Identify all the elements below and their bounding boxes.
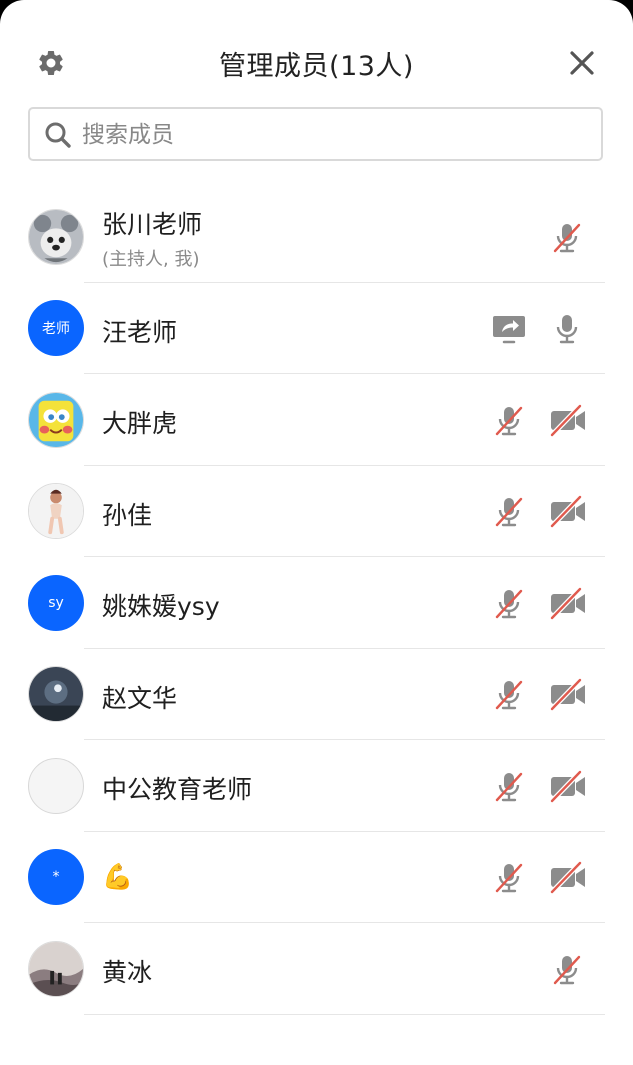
member-name: 大胖虎 [102, 409, 178, 438]
member-row[interactable]: * 💪 [0, 832, 633, 923]
mic-muted-icon[interactable] [491, 585, 527, 621]
avatar-image [29, 667, 83, 722]
avatar[interactable] [28, 483, 84, 540]
video-off-icon[interactable] [549, 768, 585, 804]
avatar-initials: 老师 [42, 321, 70, 338]
member-name: 黄冰 [102, 958, 153, 987]
member-name: 中公教育老师 [102, 775, 253, 804]
member-list: 张川老师 (主持人, 我) 老师 汪老师 大胖虎 孙佳 sy 姚姝媛ysy 赵文华 中 [0, 191, 633, 1046]
member-name: 张川老师 [102, 210, 203, 239]
member-row[interactable]: 老师 汪老师 [0, 283, 633, 374]
avatar-image [29, 941, 83, 996]
member-row[interactable]: 黄冰 [0, 923, 633, 1015]
close-icon[interactable] [566, 47, 598, 79]
avatar[interactable]: 老师 [28, 300, 84, 357]
avatar[interactable] [28, 208, 84, 265]
avatar[interactable]: * [28, 849, 84, 906]
row-divider [84, 1013, 605, 1015]
mic-muted-icon[interactable] [491, 676, 527, 712]
mic-muted-icon[interactable] [491, 768, 527, 804]
avatar-initials: sy [48, 594, 64, 611]
avatar-image [29, 209, 83, 264]
avatar-image [29, 392, 83, 447]
mic-icon[interactable] [549, 310, 585, 346]
video-off-icon[interactable] [549, 585, 585, 621]
member-row[interactable]: 中公教育老师 [0, 740, 633, 832]
member-row[interactable]: 孙佳 [0, 466, 633, 557]
member-name: 汪老师 [102, 317, 178, 347]
member-name: 孙佳 [102, 500, 153, 530]
mic-muted-icon[interactable] [491, 402, 527, 438]
member-name: 姚姝媛ysy [102, 592, 220, 621]
avatar[interactable] [28, 940, 84, 997]
search-box [28, 107, 603, 161]
avatar-initials: * [52, 869, 60, 886]
member-role: (主持人, 我) [102, 249, 200, 270]
search-icon [45, 122, 71, 148]
video-off-icon[interactable] [549, 859, 585, 895]
member-name: 💪 [102, 861, 134, 891]
mic-muted-icon[interactable] [549, 951, 585, 987]
mic-muted-icon[interactable] [491, 493, 527, 529]
member-row[interactable]: 张川老师 (主持人, 我) [0, 191, 633, 283]
members-panel: 管理成员(13人) 张川老师 (主持人, 我) 老师 汪老师 大胖虎 [0, 0, 633, 1065]
avatar[interactable]: sy [28, 574, 84, 631]
mic-muted-icon[interactable] [549, 219, 585, 255]
member-row[interactable]: 大胖虎 [0, 374, 633, 466]
video-off-icon[interactable] [549, 402, 585, 438]
avatar[interactable] [28, 666, 84, 723]
member-name: 赵文华 [102, 683, 178, 713]
avatar[interactable] [28, 391, 84, 448]
mic-muted-icon[interactable] [491, 859, 527, 895]
video-off-icon[interactable] [549, 676, 585, 712]
search-input[interactable] [80, 117, 584, 153]
member-row[interactable]: 赵文华 [0, 649, 633, 740]
page-title: 管理成员(13人) [219, 51, 414, 82]
panel-header: 管理成员(13人) [0, 28, 633, 94]
video-off-icon[interactable] [549, 493, 585, 529]
avatar[interactable] [28, 757, 84, 814]
avatar-image [29, 484, 83, 539]
member-row[interactable]: sy 姚姝媛ysy [0, 557, 633, 649]
screen-share-icon[interactable] [491, 310, 527, 346]
